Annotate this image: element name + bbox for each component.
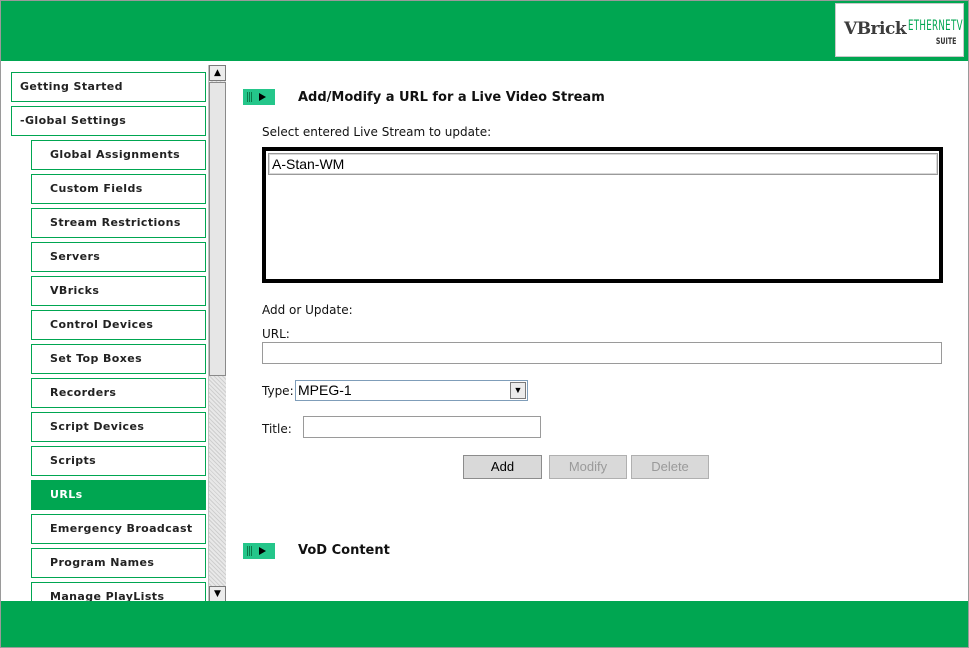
sidebar-item-global-settings[interactable]: -Global Settings [11, 106, 206, 136]
sidebar-item-urls[interactable]: URLs [31, 480, 206, 510]
sidebar-item-vbricks[interactable]: VBricks [31, 276, 206, 306]
sidebar-item-manage-playlists[interactable]: Manage PlayLists [31, 582, 206, 601]
sidebar-item-recorders[interactable]: Recorders [31, 378, 206, 408]
logo-suite: SUITE [935, 37, 956, 47]
sidebar-item-script-devices[interactable]: Script Devices [31, 412, 206, 442]
section-arrow-icon [243, 89, 275, 105]
sidebar-item-getting-started[interactable]: Getting Started [11, 72, 206, 102]
logo-brand: VBrick [844, 19, 907, 39]
app-window: VBrick ETHERNETV SUITE Getting Started -… [0, 0, 969, 648]
url-label: URL: [262, 327, 290, 341]
sidebar-item-set-top-boxes[interactable]: Set Top Boxes [31, 344, 206, 374]
type-label: Type: [262, 384, 294, 398]
section-arrow-icon [243, 543, 275, 559]
modify-button[interactable]: Modify [549, 455, 627, 479]
select-stream-label: Select entered Live Stream to update: [262, 125, 492, 139]
list-item[interactable]: A-Stan-WM [268, 153, 938, 175]
sidebar-item-control-devices[interactable]: Control Devices [31, 310, 206, 340]
delete-button[interactable]: Delete [631, 455, 709, 479]
scroll-thumb[interactable] [209, 82, 226, 376]
type-select-value: MPEG-1 [298, 382, 352, 398]
vod-section-title: VoD Content [298, 543, 390, 558]
title-label: Title: [262, 422, 292, 436]
footer-bar [1, 601, 968, 647]
add-button[interactable]: Add [463, 455, 542, 479]
chevron-down-icon[interactable]: ▼ [510, 382, 526, 399]
type-select[interactable]: MPEG-1 ▼ [295, 380, 528, 401]
live-stream-listbox[interactable]: A-Stan-WM [262, 147, 943, 283]
sidebar-item-servers[interactable]: Servers [31, 242, 206, 272]
add-update-label: Add or Update: [262, 303, 353, 317]
scroll-up-button[interactable]: ▲ [209, 65, 226, 81]
main-content: Add/Modify a URL for a Live Video Stream… [226, 61, 968, 601]
sidebar-item-custom-fields[interactable]: Custom Fields [31, 174, 206, 204]
sidebar-item-global-assignments[interactable]: Global Assignments [31, 140, 206, 170]
sidebar-item-scripts[interactable]: Scripts [31, 446, 206, 476]
sidebar-nav: Getting Started -Global Settings Global … [1, 61, 226, 601]
scroll-down-button[interactable]: ▼ [209, 586, 226, 601]
sidebar-scrollbar[interactable]: ▲ ▼ [208, 65, 226, 601]
sidebar-item-emergency-broadcast[interactable]: Emergency Broadcast [31, 514, 206, 544]
logo-product: ETHERNETV [908, 18, 963, 34]
url-input[interactable] [262, 342, 942, 364]
title-input[interactable] [303, 416, 541, 438]
vbrick-logo: VBrick ETHERNETV SUITE [835, 3, 964, 57]
sidebar-item-program-names[interactable]: Program Names [31, 548, 206, 578]
sidebar-item-stream-restrictions[interactable]: Stream Restrictions [31, 208, 206, 238]
live-section-title: Add/Modify a URL for a Live Video Stream [298, 90, 605, 105]
header-bar: VBrick ETHERNETV SUITE [1, 1, 968, 61]
